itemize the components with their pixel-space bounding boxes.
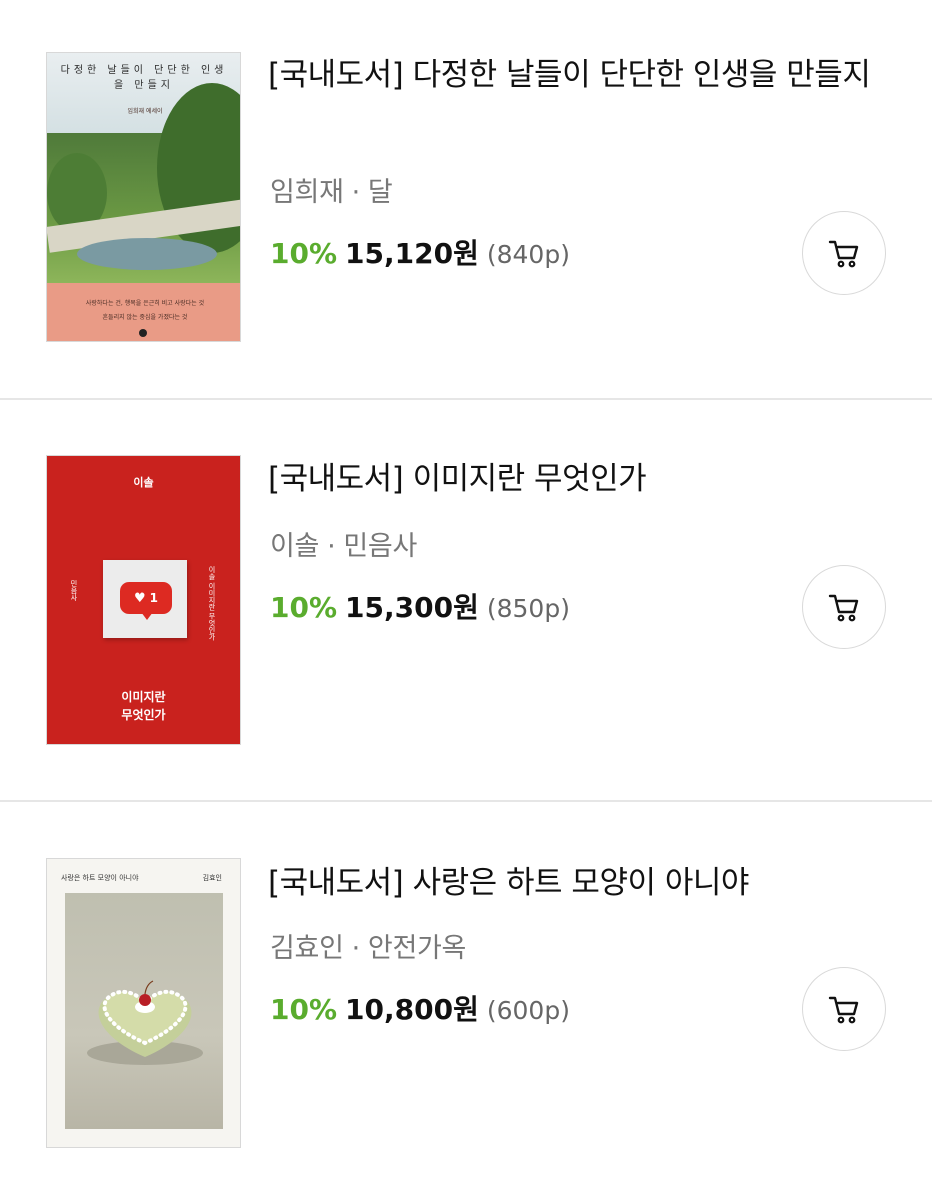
currency-unit: 원: [453, 993, 479, 1026]
heart-cake-illustration: [87, 980, 203, 1065]
meta-separator: ·: [327, 531, 336, 562]
cart-icon: [828, 240, 859, 268]
cover-side-publisher: 민음사: [70, 580, 78, 601]
add-to-cart-button[interactable]: [802, 967, 886, 1051]
book-list: 다정한 날들이 단단한 인생을 만들지 임희재 에세이 사랑하다는 건, 행복을…: [0, 0, 932, 1200]
cover-author: 이솔: [133, 476, 154, 489]
reward-points: (600p): [486, 996, 570, 1025]
book-item[interactable]: 이솔 민음사 이솔 이미지란 무엇인가 ♥ 1 이미지란 무엇인가 [국내도서] …: [0, 402, 932, 804]
book-item[interactable]: 다정한 날들이 단단한 인생을 만들지 임희재 에세이 사랑하다는 건, 행복을…: [0, 0, 932, 402]
cover-photo: [65, 893, 223, 1129]
currency-unit: 원: [453, 591, 479, 624]
sale-price: 10,800: [345, 993, 454, 1026]
cover-photo-frame: ♥ 1: [103, 560, 187, 638]
book-author: 임희재: [270, 177, 344, 208]
price-row: 10% 15,300원 (850p): [270, 586, 570, 626]
book-author: 이솔: [270, 531, 320, 562]
book-title[interactable]: [국내도서] 사랑은 하트 모양이 아니야: [268, 854, 888, 912]
book-author: 김효인: [270, 933, 344, 964]
cover-title: 이미지란 무엇인가: [47, 688, 240, 724]
cover-title-line-1: 이미지란: [121, 690, 166, 704]
book-cover-image[interactable]: 사랑은 하트 모양이 아니야 김효인: [46, 858, 241, 1148]
discount-rate: 10%: [270, 591, 338, 624]
cover-pond: [77, 238, 217, 270]
cart-icon: [828, 594, 859, 622]
reward-points: (840p): [486, 240, 570, 269]
cover-author: 김효인: [202, 874, 222, 882]
sale-price: 15,120: [345, 237, 454, 270]
price-row: 10% 10,800원 (600p): [270, 988, 570, 1028]
reward-points: (850p): [486, 594, 570, 623]
book-publisher: 민음사: [343, 531, 418, 562]
divider: [0, 398, 932, 400]
badge-count: 1: [149, 591, 158, 605]
book-meta: 김효인 · 안전가옥: [270, 926, 466, 965]
heart-icon: ♥: [133, 590, 146, 606]
cover-title: 사랑은 하트 모양이 아니야: [61, 874, 139, 882]
badge-tail: [141, 612, 153, 620]
discount-rate: 10%: [270, 237, 338, 270]
book-publisher: 안전가옥: [367, 933, 467, 964]
meta-separator: ·: [351, 177, 361, 208]
cover-title-line-2: 무엇인가: [121, 708, 166, 722]
cover-tagline-2: 흔들리지 않는 중심을 가졌다는 것: [102, 314, 188, 321]
book-title[interactable]: [국내도서] 다정한 날들이 단단한 인생을 만들지: [268, 46, 888, 104]
price-row: 10% 15,120원 (840p): [270, 232, 570, 272]
sale-price: 15,300: [345, 591, 454, 624]
add-to-cart-button[interactable]: [802, 565, 886, 649]
book-meta: 이솔 · 민음사: [270, 524, 417, 563]
book-publisher: 달: [367, 177, 393, 208]
like-notification-badge: ♥ 1: [120, 582, 172, 614]
book-title[interactable]: [국내도서] 이미지란 무엇인가: [268, 450, 888, 508]
cover-tagline-1: 사랑하다는 건, 행복을 은근히 비고 사랑다는 것: [85, 300, 205, 307]
cart-icon: [828, 996, 859, 1024]
cover-publisher-logo: [139, 329, 147, 337]
book-cover-image[interactable]: 이솔 민음사 이솔 이미지란 무엇인가 ♥ 1 이미지란 무엇인가: [46, 455, 241, 745]
book-cover-image[interactable]: 다정한 날들이 단단한 인생을 만들지 임희재 에세이 사랑하다는 건, 행복을…: [46, 52, 241, 342]
add-to-cart-button[interactable]: [802, 211, 886, 295]
divider: [0, 800, 932, 802]
book-meta: 임희재 · 달: [270, 170, 393, 209]
currency-unit: 원: [453, 237, 479, 270]
discount-rate: 10%: [270, 993, 338, 1026]
book-item[interactable]: 사랑은 하트 모양이 아니야 김효인 [국내도서] 사랑은 하트 모양이 아니야…: [0, 804, 932, 1200]
meta-separator: ·: [351, 933, 361, 964]
cover-side-title: 이솔 이미지란 무엇인가: [208, 566, 216, 641]
